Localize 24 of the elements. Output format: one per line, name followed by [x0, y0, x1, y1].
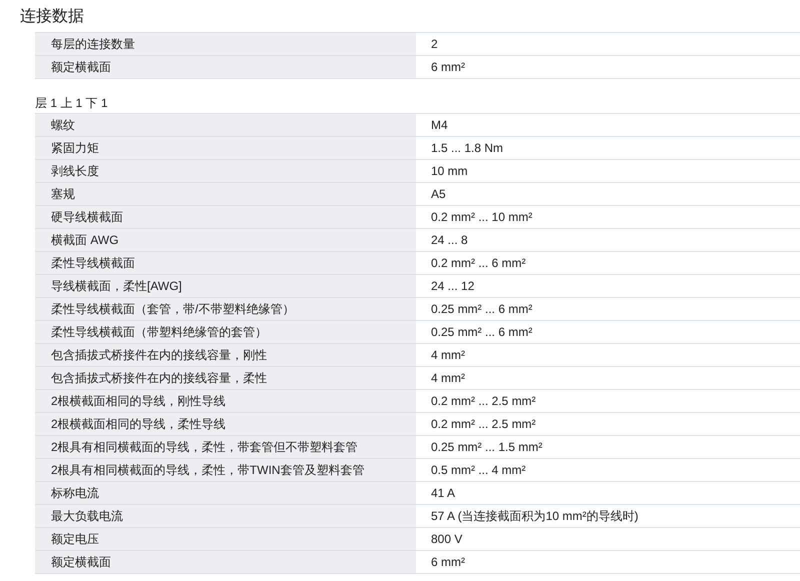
property-label: 额定横截面 [35, 56, 416, 78]
property-label: 柔性导线横截面（带塑料绝缘管的套管） [35, 321, 416, 343]
property-label: 最大负载电流 [35, 505, 416, 527]
property-label: 柔性导线横截面（套管，带/不带塑料绝缘管） [35, 298, 416, 320]
property-label: 塞规 [35, 183, 416, 205]
section-title: 连接数据 [20, 6, 85, 27]
property-label: 横截面 AWG [35, 229, 416, 251]
property-label: 包含插拔式桥接件在内的接线容量，柔性 [35, 367, 416, 389]
property-label: 2根具有相同横截面的导线，柔性，带TWIN套管及塑料套管 [35, 459, 416, 481]
property-label: 紧固力矩 [35, 137, 416, 159]
property-label: 每层的连接数量 [35, 33, 416, 55]
property-label: 螺纹 [35, 114, 416, 136]
property-label: 2根横截面相同的导线，柔性导线 [35, 413, 416, 435]
property-label: 包含插拔式桥接件在内的接线容量，刚性 [35, 344, 416, 366]
property-label: 硬导线横截面 [35, 206, 416, 228]
subsection-heading: 层 1 上 1 下 1 [35, 95, 109, 112]
property-label: 剥线长度 [35, 160, 416, 182]
property-label: 导线横截面，柔性[AWG] [35, 275, 416, 297]
property-label: 标称电流 [35, 482, 416, 504]
property-label: 额定电压 [35, 528, 416, 550]
property-label: 额定横截面 [35, 551, 416, 573]
property-label: 2根横截面相同的导线，刚性导线 [35, 390, 416, 412]
property-label: 柔性导线横截面 [35, 252, 416, 274]
property-label: 2根具有相同横截面的导线，柔性，带套管但不带塑料套管 [35, 436, 416, 458]
